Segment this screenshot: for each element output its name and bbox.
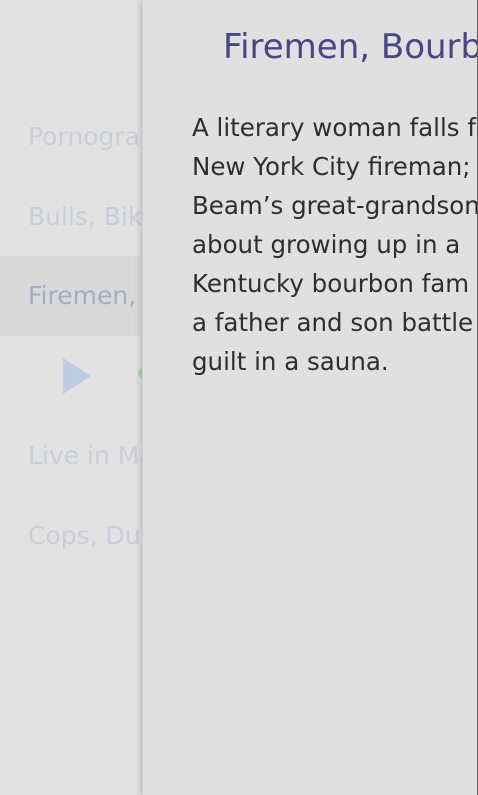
description-line: A literary woman falls f	[192, 113, 476, 142]
description-line: Kentucky bourbon fam	[192, 269, 470, 298]
episode-title: Cops, Du	[28, 521, 141, 550]
detail-description: A literary woman falls f New York City f…	[192, 108, 478, 381]
episode-title: Live in Ma	[28, 441, 155, 470]
episode-title: Bulls, Bik	[28, 202, 143, 231]
description-line: guilt in a sauna.	[192, 347, 389, 376]
play-icon[interactable]	[63, 358, 91, 394]
description-line: Beam’s great-grandson	[192, 191, 478, 220]
episode-title: Pornogra	[28, 122, 140, 151]
description-line: New York City fireman;	[192, 152, 471, 181]
description-line: a father and son battle	[192, 308, 474, 337]
detail-title: Firemen, Bourb	[223, 27, 478, 67]
episode-detail-panel: Firemen, Bourb A literary woman falls f …	[142, 0, 478, 795]
episode-title: Firemen,	[28, 281, 137, 310]
app-window: Pornogra Bulls, Bik Firemen, Live in Ma …	[0, 0, 478, 795]
description-line: about growing up in a	[192, 230, 461, 259]
